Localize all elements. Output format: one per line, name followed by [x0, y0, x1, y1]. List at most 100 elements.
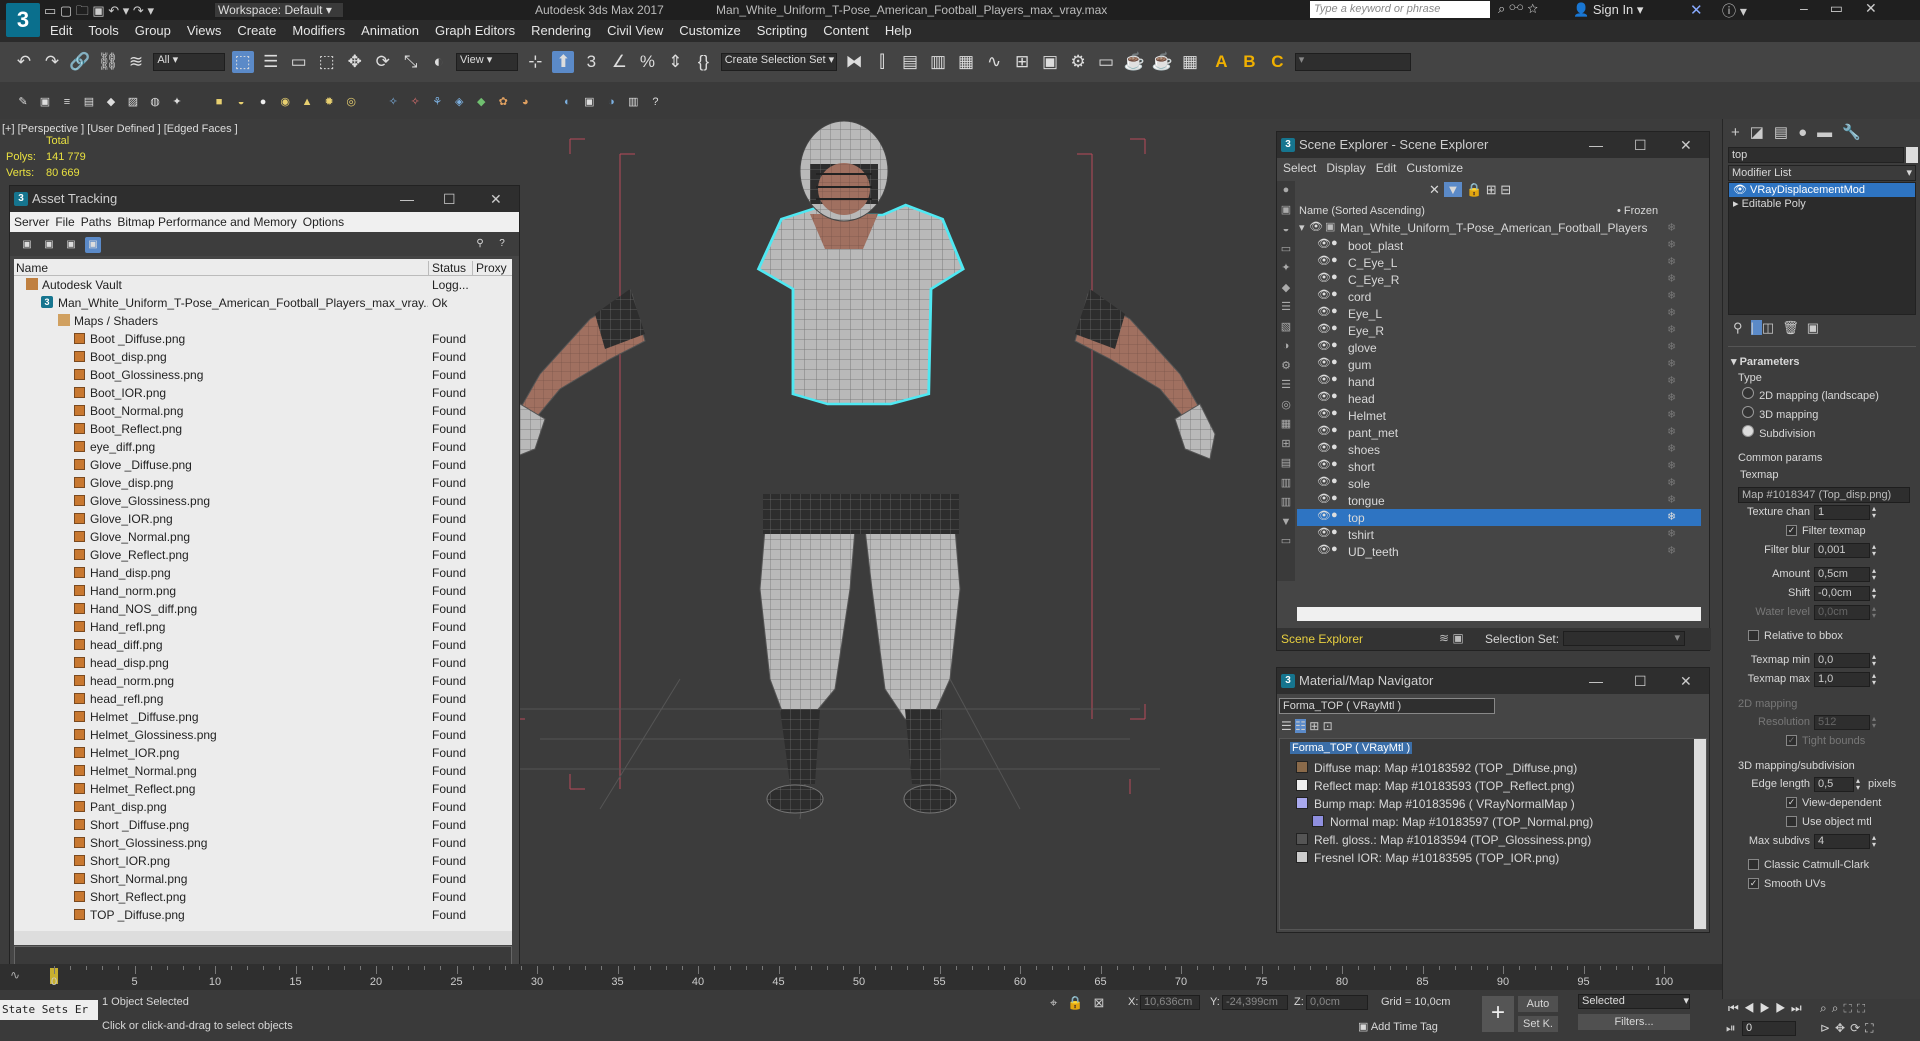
asset-file-row[interactable]: Hand_disp.png Found: [14, 564, 512, 582]
param-water-level-label[interactable]: Water level 0,0cm ▴ ▾: [1728, 603, 1916, 622]
col-proxy[interactable]: Proxy: [472, 261, 507, 275]
menu-select[interactable]: Select: [1283, 161, 1316, 175]
viewport-nav-icons[interactable]: ⌕⌕⛶⛶: [1820, 1001, 1870, 1016]
scene-object-row[interactable]: 👁 ● UD_teeth ❄: [1297, 543, 1701, 560]
param-value[interactable]: 0,001: [1814, 543, 1870, 558]
asset-file-row[interactable]: Helmet_Reflect.png Found: [14, 780, 512, 798]
dome-icon[interactable]: ◎: [343, 91, 359, 113]
frozen-icon[interactable]: ❄: [1667, 459, 1676, 472]
modifier-vray-displacement[interactable]: 👁 VRayDisplacementMod: [1729, 183, 1915, 197]
layer-icons[interactable]: ≋ ▣: [1439, 631, 1464, 645]
param-value[interactable]: 0,0: [1814, 653, 1870, 668]
tool-icon[interactable]: ✧: [385, 91, 401, 113]
frozen-icon[interactable]: ❄: [1667, 357, 1676, 370]
menu-edit[interactable]: Edit: [1376, 161, 1397, 175]
help-icon[interactable]: ⓘ ▾: [1722, 1, 1747, 21]
scene-explorer-toggle-icon[interactable]: ▤: [899, 51, 921, 73]
menu-rendering[interactable]: Rendering: [523, 20, 599, 42]
text-b-icon[interactable]: B: [1238, 51, 1260, 73]
align-icon[interactable]: ⫿: [871, 51, 893, 73]
workspace-dropdown[interactable]: Workspace: Default ▾: [214, 2, 344, 18]
y-coordinate[interactable]: -24,399cm: [1222, 995, 1288, 1010]
asset-file-row[interactable]: Helmet_Glossiness.png Found: [14, 726, 512, 744]
z-coordinate[interactable]: 0,0cm: [1306, 995, 1368, 1010]
param-smooth-uvs[interactable]: ✓ Smooth UVs: [1728, 875, 1916, 894]
visibility-icon[interactable]: 👁: [1317, 322, 1331, 335]
asset-file-row[interactable]: eye_diff.png Found: [14, 438, 512, 456]
key-mode-icon[interactable]: ⏯: [1726, 1021, 1736, 1036]
sign-in-button[interactable]: 👤 Sign In ▾: [1573, 2, 1643, 18]
timeline[interactable]: ∿ 0 5 10 15 20 25 30 35 40 45 50 55 60 65 70 75 80 85 90 95…: [0, 964, 1722, 990]
minimize-icon[interactable]: —: [1589, 668, 1603, 694]
visibility-icon[interactable]: 👁: [1317, 305, 1331, 318]
quick-access-icons[interactable]: ▭ ▢ 🗀 ▣ ↶ ▾ ↷ ▾: [44, 2, 174, 18]
close-icon[interactable]: ✕: [1680, 132, 1692, 158]
visibility-icon[interactable]: 👁: [1317, 492, 1331, 505]
visibility-icon[interactable]: 👁: [1317, 288, 1331, 301]
visibility-icon[interactable]: 👁: [1317, 526, 1331, 539]
material-map-row[interactable]: Reflect map: Map #10183593 (TOP_Reflect.…: [1296, 777, 1696, 795]
asset-row-file[interactable]: 3 Man_White_Uniform_T-Pose_American_Foot…: [14, 294, 512, 312]
maximize-icon[interactable]: ☐: [1634, 132, 1647, 158]
texmap-button[interactable]: Map #1018347 (Top_disp.png): [1738, 487, 1910, 503]
asset-file-row[interactable]: head_diff.png Found: [14, 636, 512, 654]
app-logo-icon[interactable]: 3: [6, 3, 40, 37]
tool-icon[interactable]: ◍: [147, 91, 163, 113]
asset-file-row[interactable]: Pant_disp.png Found: [14, 798, 512, 816]
select-by-name-icon[interactable]: ☰: [260, 51, 282, 73]
asset-file-row[interactable]: Glove_Reflect.png Found: [14, 546, 512, 564]
material-map-row[interactable]: Bump map: Map #10183596 ( VRayNormalMap …: [1296, 795, 1696, 813]
tool-icon[interactable]: ✿: [495, 91, 511, 113]
frozen-icon[interactable]: ❄: [1667, 306, 1676, 319]
menu-create[interactable]: Create: [229, 20, 284, 42]
layer-explorer-icon[interactable]: ▥: [927, 51, 949, 73]
tool-icon[interactable]: ▨: [125, 91, 141, 113]
menu-edit[interactable]: Edit: [42, 20, 80, 42]
radio-3d-mapping[interactable]: 3D mapping: [1740, 406, 1916, 425]
reference-coord-dropdown[interactable]: View ▾: [456, 53, 519, 71]
visibility-icon[interactable]: 👁: [1317, 441, 1331, 454]
scene-object-row[interactable]: 👁 ● tshirt ❄: [1297, 526, 1701, 543]
material-navigator-titlebar[interactable]: 3 Material/Map Navigator — ☐ ✕: [1277, 668, 1709, 694]
minimize-icon[interactable]: —: [400, 186, 414, 212]
scale-icon[interactable]: ⤡: [400, 51, 422, 73]
scene-explorer-filter-bar[interactable]: ● ▣ ◒ ▭ ✦ ◆ ☰ ▧ ◑ ⚙ ☰ ◎ ▦ ⊞ ▤ ▥ ▥ ▼ ▭: [1277, 181, 1295, 581]
menu-tools[interactable]: Tools: [80, 20, 126, 42]
modifier-editable-poly[interactable]: ▸ Editable Poly: [1729, 197, 1915, 211]
menu-graph-editors[interactable]: Graph Editors: [427, 20, 523, 42]
frozen-icon[interactable]: ❄: [1667, 442, 1676, 455]
menu-display[interactable]: Display: [1326, 161, 1365, 175]
angle-snap-icon[interactable]: ∠: [608, 51, 630, 73]
checkbox[interactable]: ✓: [1786, 525, 1797, 536]
rendered-frame-icon[interactable]: ▭: [1095, 51, 1117, 73]
material-name-field[interactable]: Forma_TOP ( VRayMtl ): [1279, 698, 1495, 714]
tool-icon[interactable]: ⚘: [429, 91, 445, 113]
maximize-icon[interactable]: ☐: [443, 186, 456, 212]
help-small-icon[interactable]: ?: [647, 91, 663, 113]
spinner-icon[interactable]: ▴ ▾: [1872, 715, 1876, 730]
tool-icon[interactable]: ▣: [581, 91, 597, 113]
param-texmap-min-label[interactable]: Texmap min 0,0 ▴ ▾: [1728, 651, 1916, 670]
window-controls[interactable]: –▭✕: [1800, 0, 1899, 17]
asset-file-row[interactable]: Helmet_Normal.png Found: [14, 762, 512, 780]
render-icon[interactable]: ☕: [1123, 51, 1145, 73]
visibility-icon[interactable]: 👁: [1317, 407, 1331, 420]
selection-set-dropdown[interactable]: ▾: [1563, 631, 1685, 646]
exchange-icon[interactable]: ✕: [1690, 1, 1703, 19]
frozen-icon[interactable]: ❄: [1667, 425, 1676, 438]
cone-icon[interactable]: ◉: [277, 91, 293, 113]
param-value[interactable]: 4: [1814, 834, 1870, 849]
visibility-icon[interactable]: 👁: [1317, 424, 1331, 437]
key-filters-button[interactable]: Filters...: [1578, 1014, 1690, 1030]
param-classic-cc[interactable]: Classic Catmull-Clark: [1728, 856, 1916, 875]
curve-editor-icon[interactable]: ∿: [983, 51, 1005, 73]
unlink-icon[interactable]: ⛓: [97, 51, 119, 73]
pivot-icon[interactable]: ⊹: [524, 51, 546, 73]
edit-named-sets-icon[interactable]: {}: [692, 51, 714, 73]
spinner-icon[interactable]: ▴ ▾: [1872, 653, 1876, 668]
viewport-nav-icons-2[interactable]: ⊳✥⟳⛶: [1820, 1021, 1879, 1036]
scene-object-row[interactable]: 👁 ● head ❄: [1297, 390, 1701, 407]
spinner-icon[interactable]: ▴ ▾: [1872, 672, 1876, 687]
material-map-row[interactable]: Fresnel IOR: Map #10183595 (TOP_IOR.png): [1296, 849, 1696, 867]
checkbox[interactable]: [1748, 859, 1759, 870]
